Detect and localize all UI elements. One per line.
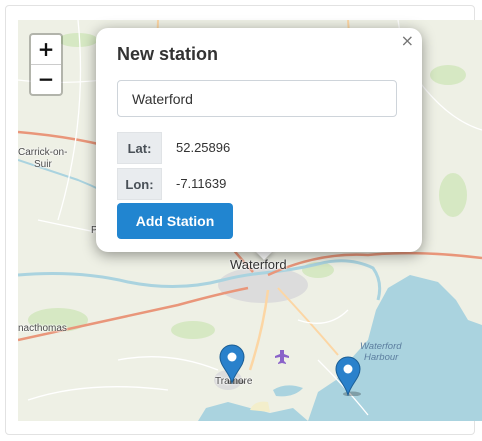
place-label-mothel: nacthomas	[18, 323, 67, 334]
new-station-popup: × New station Lat: 52.25896 Lon: -7.1163…	[96, 28, 422, 252]
lon-label: Lon:	[117, 168, 162, 200]
lat-value: 52.25896	[176, 140, 231, 155]
map-marker-icon[interactable]	[219, 344, 245, 384]
station-name-input[interactable]	[117, 80, 397, 117]
place-label-harbour-line1: Waterford	[360, 341, 402, 352]
close-icon[interactable]: ×	[401, 33, 414, 49]
place-label-harbour-line2: Harbour	[364, 352, 399, 363]
zoom-out-button[interactable]: −	[31, 64, 61, 94]
place-label-carrick-line1: Carrick-on-	[18, 147, 68, 158]
map-marker-icon[interactable]	[335, 356, 361, 396]
place-label-carrick-line2: Suir	[34, 159, 52, 170]
lon-value: -7.11639	[176, 176, 227, 191]
zoom-control: + −	[29, 33, 63, 96]
zoom-in-button[interactable]: +	[31, 35, 61, 64]
lat-label: Lat:	[117, 132, 162, 164]
add-station-button[interactable]: Add Station	[117, 203, 233, 239]
popup-title: New station	[117, 44, 219, 64]
